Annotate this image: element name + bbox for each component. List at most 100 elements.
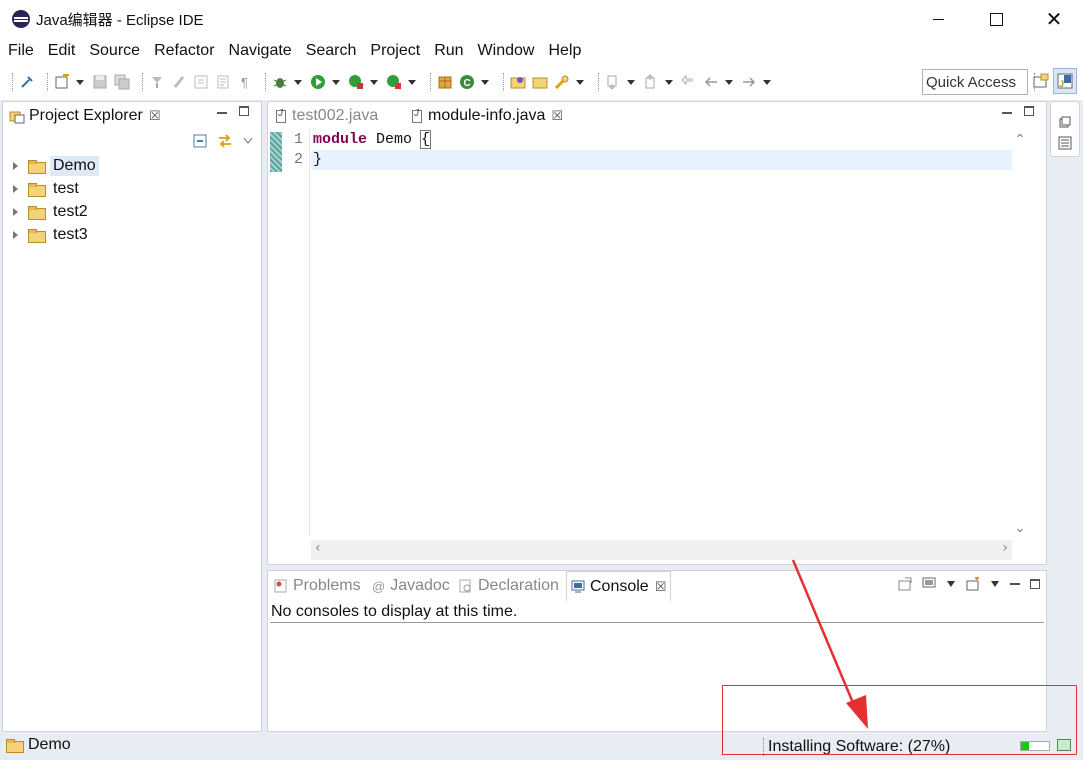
project-explorer-icon — [9, 111, 25, 124]
external-tools-dropdown-icon[interactable] — [408, 79, 416, 85]
next-annotation-dropdown-icon[interactable] — [627, 79, 635, 85]
tab-console[interactable]: Console ☒ — [566, 571, 672, 601]
maximize-editor-icon[interactable] — [1024, 106, 1034, 116]
pin-icon[interactable] — [19, 74, 35, 90]
save-icon[interactable] — [92, 74, 108, 90]
menu-edit[interactable]: Edit — [48, 42, 76, 60]
quick-access-field[interactable]: Quick Access — [922, 69, 1028, 95]
block-selection-icon[interactable] — [193, 74, 209, 90]
pin-console-icon[interactable] — [898, 577, 912, 591]
outline-view-icon[interactable] — [1058, 136, 1072, 150]
menu-refactor[interactable]: Refactor — [154, 42, 214, 60]
scroll-left-icon[interactable]: ‹ — [315, 540, 321, 556]
run-dropdown-icon[interactable] — [332, 79, 340, 85]
java-perspective-button[interactable]: J — [1053, 68, 1077, 94]
display-console-dropdown-icon[interactable] — [946, 580, 956, 588]
menu-file[interactable]: File — [8, 42, 34, 60]
word-wrap-icon[interactable] — [215, 74, 231, 90]
run-icon[interactable] — [310, 74, 326, 90]
maximize-console-icon[interactable] — [1030, 579, 1040, 589]
save-all-icon[interactable] — [114, 74, 130, 90]
horizontal-scrollbar[interactable]: ‹ › — [311, 540, 1012, 560]
new-class-dropdown-icon[interactable] — [481, 79, 489, 85]
scroll-down-icon[interactable]: ⌄ — [1014, 520, 1026, 536]
link-with-editor-icon[interactable] — [217, 134, 233, 148]
minimize-button[interactable] — [909, 0, 967, 38]
scroll-right-icon[interactable]: › — [1002, 540, 1008, 556]
maximize-button[interactable] — [967, 0, 1025, 38]
collapse-all-icon[interactable] — [193, 134, 207, 148]
expand-arrow-icon[interactable] — [13, 207, 18, 216]
code-line-1: module Demo { — [311, 130, 1012, 150]
new-dropdown-icon[interactable] — [76, 79, 84, 85]
mark-occurrences-icon[interactable] — [171, 74, 187, 90]
last-edit-location-icon[interactable] — [681, 74, 697, 90]
tab-module-info-java[interactable]: module-info.java ☒ — [406, 102, 580, 130]
tree-item-label: test2 — [53, 202, 88, 220]
external-tools-icon[interactable] — [386, 74, 402, 90]
previous-annotation-icon[interactable] — [643, 74, 659, 90]
toolbar-separator — [503, 73, 504, 91]
menu-run[interactable]: Run — [434, 42, 463, 60]
menu-help[interactable]: Help — [548, 42, 581, 60]
previous-annotation-dropdown-icon[interactable] — [665, 79, 673, 85]
code-editor[interactable]: 1 2 module Demo { } ⌃ ⌄ ‹ › — [268, 130, 1046, 564]
menu-window[interactable]: Window — [478, 42, 535, 60]
maximize-view-icon[interactable] — [239, 106, 249, 116]
tab-test002-java[interactable]: test002.java — [270, 102, 404, 130]
open-perspective-button[interactable] — [1029, 68, 1053, 94]
minimize-editor-icon[interactable] — [1002, 112, 1012, 114]
code-content[interactable]: module Demo { } — [311, 130, 1012, 170]
forward-dropdown-icon[interactable] — [763, 79, 771, 85]
open-type-icon[interactable] — [510, 74, 526, 90]
open-console-icon[interactable] — [966, 577, 980, 591]
expand-arrow-icon[interactable] — [13, 230, 18, 239]
minimize-console-icon[interactable] — [1010, 583, 1020, 585]
restore-icon[interactable] — [1059, 116, 1071, 128]
toggle-breadcrumb-icon[interactable] — [149, 74, 165, 90]
coverage-icon[interactable] — [348, 74, 364, 90]
tree-item-test2[interactable]: test2 — [3, 200, 261, 223]
tree-item-test3[interactable]: test3 — [3, 223, 261, 246]
new-java-class-icon[interactable]: C — [459, 74, 475, 90]
close-tab-icon[interactable]: ☒ — [551, 108, 563, 124]
show-whitespace-icon[interactable]: ¶ — [237, 74, 253, 90]
tab-declaration[interactable]: Declaration — [455, 571, 563, 601]
open-task-icon[interactable] — [532, 74, 548, 90]
search-tool-icon[interactable] — [554, 74, 570, 90]
back-arrow-icon[interactable] — [703, 74, 719, 90]
expand-arrow-icon[interactable] — [13, 184, 18, 193]
open-console-dropdown-icon[interactable] — [990, 580, 1000, 588]
progress-bar[interactable] — [1020, 741, 1050, 751]
menu-search[interactable]: Search — [306, 42, 357, 60]
vertical-scrollbar[interactable]: ⌃ ⌄ — [1012, 130, 1028, 536]
search-dropdown-icon[interactable] — [576, 79, 584, 85]
next-annotation-icon[interactable] — [605, 74, 621, 90]
scroll-up-icon[interactable]: ⌃ — [1014, 132, 1026, 148]
display-console-icon[interactable] — [922, 577, 936, 591]
close-tab-icon[interactable]: ☒ — [149, 108, 161, 124]
expand-arrow-icon[interactable] — [13, 161, 18, 170]
debug-icon[interactable] — [272, 74, 288, 90]
menu-project[interactable]: Project — [370, 42, 420, 60]
new-java-package-icon[interactable] — [437, 74, 453, 90]
progress-view-icon[interactable] — [1057, 739, 1071, 751]
close-button[interactable]: ✕ — [1025, 0, 1083, 38]
menu-source[interactable]: Source — [89, 42, 140, 60]
tree-item-demo[interactable]: Demo — [3, 154, 261, 177]
status-progress-text[interactable]: Installing Software: (27%) — [763, 738, 950, 756]
tab-javadoc[interactable]: @ Javadoc — [368, 571, 454, 601]
close-tab-icon[interactable]: ☒ — [655, 579, 667, 595]
tab-project-explorer[interactable]: Project Explorer ☒ — [3, 102, 166, 130]
coverage-dropdown-icon[interactable] — [370, 79, 378, 85]
tree-item-test[interactable]: test — [3, 177, 261, 200]
view-menu-icon[interactable] — [243, 137, 253, 145]
tab-problems[interactable]: Problems — [270, 571, 365, 601]
debug-dropdown-icon[interactable] — [294, 79, 302, 85]
new-file-icon[interactable] — [54, 74, 70, 90]
code-keyword: module — [313, 131, 368, 148]
back-dropdown-icon[interactable] — [725, 79, 733, 85]
menu-navigate[interactable]: Navigate — [229, 42, 292, 60]
minimize-view-icon[interactable] — [217, 112, 227, 114]
forward-arrow-icon[interactable] — [741, 74, 757, 90]
